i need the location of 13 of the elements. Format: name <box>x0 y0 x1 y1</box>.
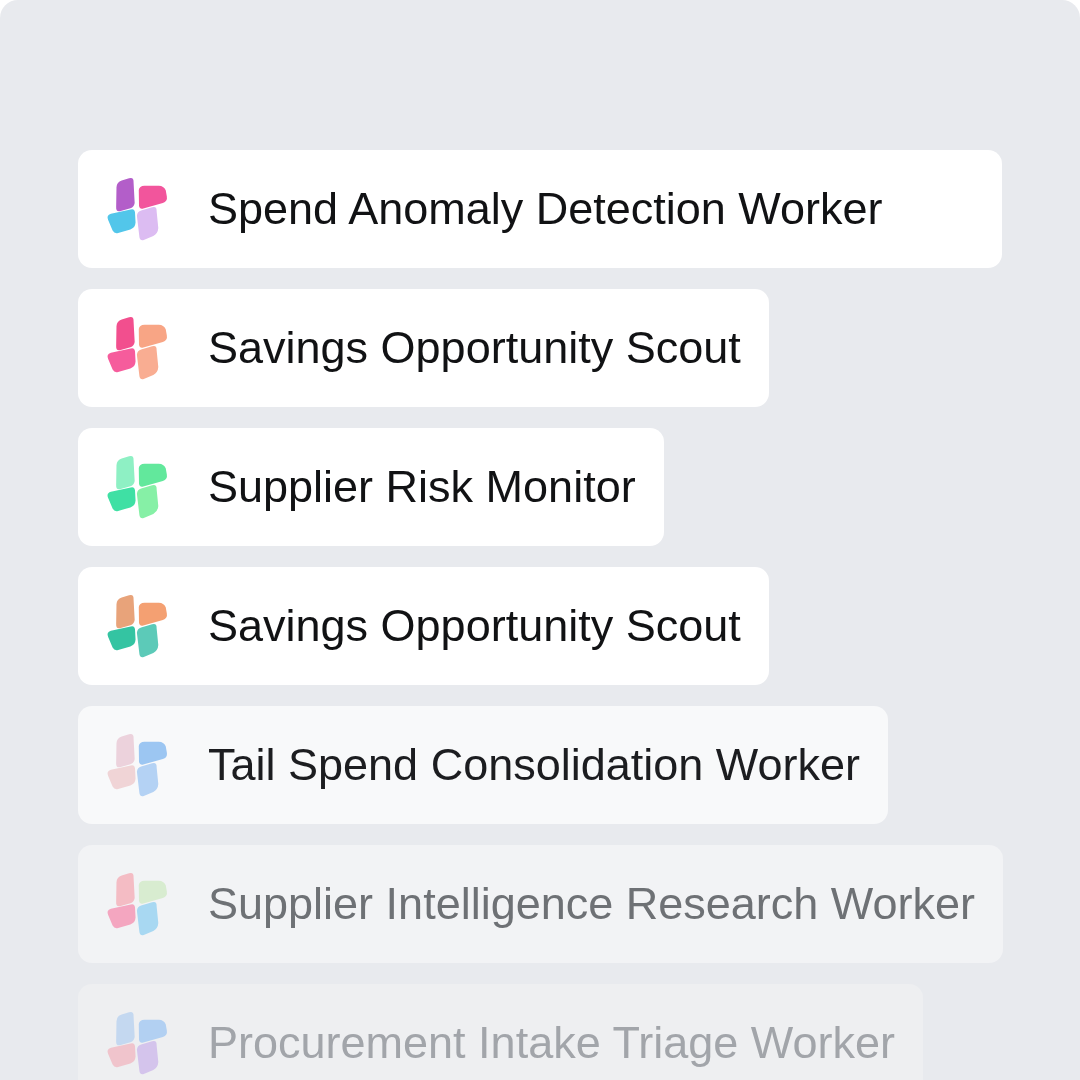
worker-item[interactable]: Supplier Intelligence Research Worker <box>78 845 1004 963</box>
worker-name: Procurement Intake Triage Worker <box>208 1018 895 1068</box>
worker-name: Spend Anomaly Detection Worker <box>208 184 883 234</box>
worker-name: Savings Opportunity Scout <box>208 323 741 373</box>
worker-item[interactable]: Savings Opportunity Scout <box>78 289 769 407</box>
worker-name: Supplier Intelligence Research Worker <box>208 879 976 929</box>
worker-name: Tail Spend Consolidation Worker <box>208 740 861 790</box>
worker-name: Savings Opportunity Scout <box>208 601 741 651</box>
worker-item[interactable]: Supplier Risk Monitor <box>78 428 664 546</box>
worker-item[interactable]: Savings Opportunity Scout <box>78 567 769 685</box>
worker-item[interactable]: Spend Anomaly Detection Worker <box>78 150 1002 268</box>
worker-name: Supplier Risk Monitor <box>208 462 636 512</box>
worker-item[interactable]: Tail Spend Consolidation Worker <box>78 706 889 824</box>
